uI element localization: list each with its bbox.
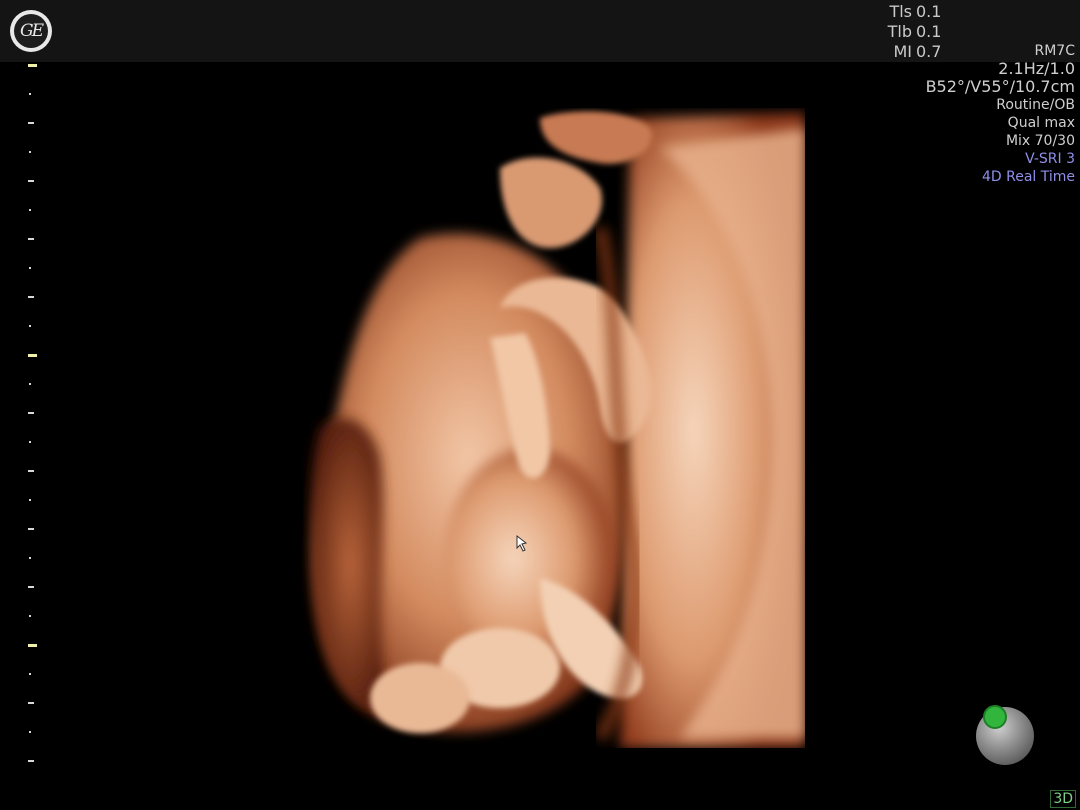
- depth-tick: [28, 122, 34, 124]
- depth-tick: [28, 528, 34, 530]
- depth-tick: [28, 702, 34, 704]
- depth-scale: [0, 62, 60, 810]
- depth-tick: [29, 673, 31, 675]
- depth-tick: [28, 354, 37, 357]
- depth-tick: [28, 470, 34, 472]
- depth-tick: [29, 383, 31, 385]
- tlb-label: Tlb: [887, 22, 912, 41]
- depth-tick: [29, 325, 31, 327]
- depth-tick: [28, 180, 34, 182]
- probe-name: RM7C: [1034, 43, 1076, 59]
- tls-label: Tls: [889, 2, 912, 21]
- quality: Qual max: [1007, 115, 1075, 131]
- depth-tick: [29, 93, 31, 95]
- top-bar: GE Tls 0.1 Tlb 0.1 MI 0.7: [0, 0, 1080, 62]
- depth-tick: [28, 760, 34, 762]
- depth-tick: [29, 209, 31, 211]
- ge-logo-mark: GE: [14, 14, 48, 48]
- depth-tick: [28, 412, 34, 414]
- imaging-parameters: RM7C 2.1Hz/1.0 B52°/V55°/10.7cm Routine/…: [926, 42, 1075, 186]
- depth-tick: [29, 615, 31, 617]
- depth-tick: [29, 151, 31, 153]
- depth-tick: [28, 644, 37, 647]
- view-mode-label: 3D: [1050, 790, 1076, 808]
- depth-tick: [28, 296, 34, 298]
- volume-settings: B52°/V55°/10.7cm: [925, 77, 1075, 96]
- depth-tick: [29, 441, 31, 443]
- mi-label: MI: [893, 42, 912, 61]
- preset: Routine/OB: [996, 97, 1075, 113]
- tlb-value: 0.1: [916, 22, 942, 41]
- mix: Mix 70/30: [1005, 133, 1075, 149]
- ge-logo: GE: [10, 10, 52, 52]
- frame-rate: 2.1Hz/1.0: [998, 59, 1075, 78]
- depth-tick: [29, 267, 31, 269]
- depth-tick: [29, 499, 31, 501]
- hand-cursor-icon: [516, 534, 528, 552]
- volume-render-3d[interactable]: [300, 108, 805, 748]
- acquisition-mode: 4D Real Time: [981, 169, 1075, 185]
- orientation-marker: [983, 705, 1007, 729]
- depth-tick: [28, 238, 34, 240]
- depth-tick: [29, 557, 31, 559]
- safety-row-tls: Tls 0.1: [880, 2, 944, 22]
- safety-row-tlb: Tlb 0.1: [880, 22, 944, 42]
- depth-tick: [28, 64, 37, 67]
- sri-setting: V-SRI 3: [1025, 151, 1075, 167]
- depth-tick: [29, 731, 31, 733]
- tls-value: 0.1: [916, 2, 942, 21]
- depth-tick: [28, 586, 34, 588]
